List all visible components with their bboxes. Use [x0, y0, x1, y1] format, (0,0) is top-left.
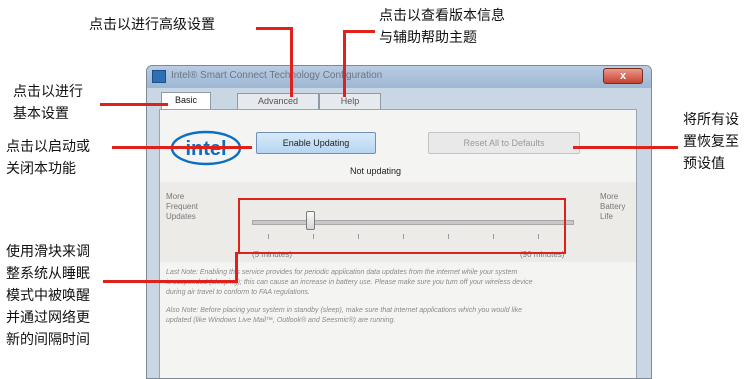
update-status-text: Not updating — [350, 166, 402, 176]
slider-annotation-line3: 模式中被唤醒 — [6, 288, 90, 304]
title-bar: Intel® Smart Connect Technology Configur… — [147, 66, 651, 88]
tab-advanced[interactable]: Advanced — [237, 93, 319, 109]
basic-callout-line — [100, 103, 168, 106]
reset-defaults-button[interactable]: Reset All to Defaults — [428, 132, 580, 154]
enable-annotation-line1: 点击以启动或 — [6, 139, 90, 155]
reset-annotation-line1: 将所有设 — [683, 112, 739, 128]
help-annotation-line2: 与辅助帮助主题 — [379, 30, 477, 46]
slider-annotation-line5: 新的间隔时间 — [6, 332, 90, 348]
enable-annotation-line2: 关闭本功能 — [6, 161, 76, 177]
close-button[interactable]: x — [603, 68, 643, 84]
note1-line1: Last Note: Enabling this service provide… — [166, 269, 518, 276]
help-callout-line — [343, 30, 375, 33]
app-icon — [152, 70, 166, 83]
reset-annotation-line3: 预设值 — [683, 156, 725, 172]
slider-annotation-line4: 并通过网络更 — [6, 310, 90, 326]
slider-callout-line — [103, 280, 238, 283]
advanced-callout-line — [256, 27, 293, 30]
basic-annotation-line1: 点击以进行 — [13, 84, 83, 100]
advanced-annotation: 点击以进行高级设置 — [89, 17, 215, 33]
left-label-line2: Frequent — [166, 202, 199, 211]
help-callout-line — [343, 30, 346, 97]
slider-highlight-box — [238, 198, 566, 254]
slider-annotation-line1: 使用滑块来调 — [6, 244, 90, 260]
slider-callout-line — [235, 252, 238, 283]
advanced-callout-line — [290, 27, 293, 97]
right-label-line3: Life — [600, 212, 613, 221]
help-annotation-line1: 点击以查看版本信息 — [379, 8, 505, 24]
slider-annotation-line2: 整系统从睡眠 — [6, 266, 90, 282]
reset-annotation-line2: 置恢复至 — [683, 134, 739, 150]
intel-logo-text: intel — [185, 138, 226, 160]
note2-line1: Also Note: Before placing your system in… — [166, 307, 523, 314]
note1-line3: during air travel to conform to FAA regu… — [166, 289, 310, 296]
left-label-line1: More — [166, 192, 185, 201]
window-title: Intel® Smart Connect Technology Configur… — [171, 70, 383, 81]
basic-annotation-line2: 基本设置 — [13, 106, 69, 122]
enable-callout-line — [112, 146, 252, 149]
left-label-line3: Updates — [166, 212, 196, 221]
note2-line2: updated (like Windows Live Mail™, Outloo… — [166, 317, 396, 324]
right-label-line1: More — [600, 192, 619, 201]
reset-callout-line — [573, 146, 678, 149]
tab-basic[interactable]: Basic — [161, 92, 211, 110]
enable-updating-button[interactable]: Enable Updating — [256, 132, 376, 154]
tab-help[interactable]: Help — [319, 93, 381, 109]
right-label-line2: Battery — [600, 202, 626, 211]
close-icon: x — [619, 70, 627, 82]
